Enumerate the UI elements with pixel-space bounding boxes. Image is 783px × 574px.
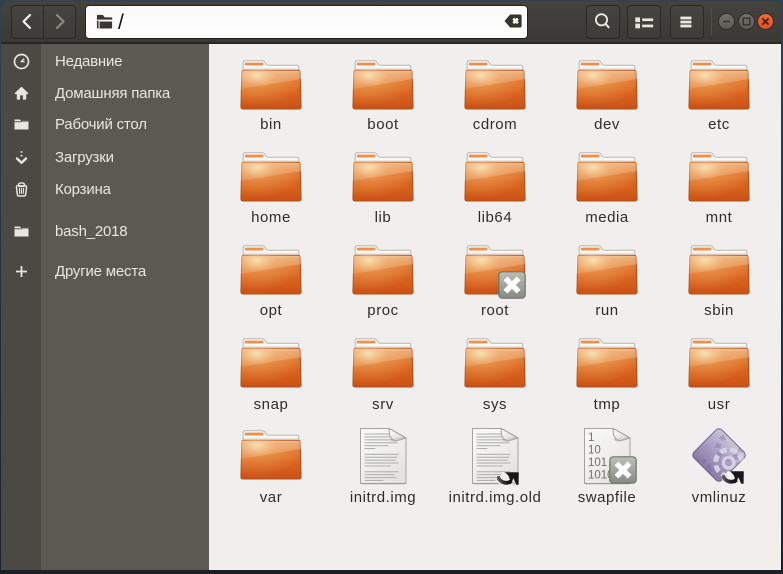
svg-text:101: 101 xyxy=(588,457,607,469)
svg-text:1: 1 xyxy=(588,432,594,444)
svg-text:10: 10 xyxy=(588,445,601,457)
